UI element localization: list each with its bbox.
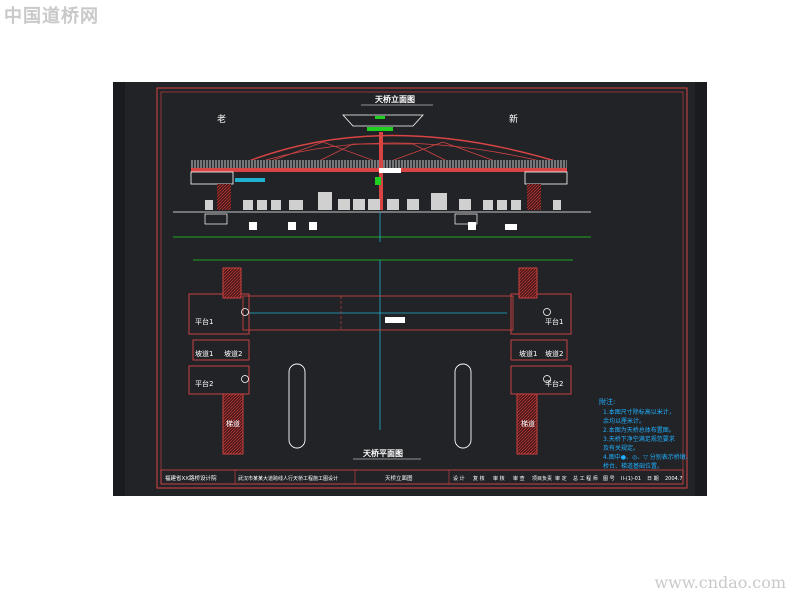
elevation-title: 天桥立面图 (375, 94, 415, 104)
notes-block: 附注: 1.本图尺寸除标高以米计， 余均以厘米计。 2.本图为天桥总体布置图。 … (599, 397, 692, 470)
tb-field: 审 查 (513, 475, 525, 482)
left-ramp-1-label: 坡道1 (195, 349, 213, 358)
right-pier-plan (454, 363, 472, 449)
tb-field: 图 号 (603, 476, 615, 482)
watermark-bottom: www.cndao.com (654, 573, 786, 592)
title-block: 福建省XX路桥设计院 武汉市某某大道跨线人行天桥工程施工图设计 天桥立面图 设 … (160, 469, 684, 485)
tb-field: 项目负责 (532, 475, 552, 482)
watermark-top: 中国道桥网 (4, 6, 99, 27)
right-platform-2-label: 平台2 (545, 379, 563, 388)
note-line: 3.天桥下净空满足规范要求 (603, 435, 675, 443)
tb-field: 审 定 (555, 475, 567, 482)
note-line: 1.本图尺寸除标高以米计， (603, 408, 675, 416)
note-line: 2.本图为天桥总体布置图。 (603, 426, 675, 434)
drawing-number: II-(1)-01 (621, 476, 641, 482)
drawing-date: 2004.7 (665, 476, 683, 482)
note-line: 余均以厘米计。 (603, 417, 645, 425)
tb-field: 审 核 (493, 475, 505, 482)
note-line: 4.图中●、◎、▽ 分别表示桥墩、 (603, 453, 692, 461)
plan-title: 天桥平面图 (363, 448, 403, 458)
tb-field: 日 期 (647, 476, 659, 482)
cad-drawing-sheet: 天桥立面图 老 新 平台1 坡道1 坡道2 平台2 梯道 平台1 坡道1 坡道2… (113, 82, 707, 496)
arch-rib (240, 134, 566, 165)
drawing-name: 天桥立面图 (385, 474, 413, 482)
note-line: 桥台、梯道基础位置。 (603, 462, 663, 470)
tb-field: 设 计 (453, 475, 465, 482)
left-direction-label: 老 (217, 113, 226, 125)
note-line: 及有关规定。 (603, 444, 639, 452)
project-name: 武汉市某某大道跨线人行天桥工程施工图设计 (238, 475, 338, 482)
right-ramp-1-label: 坡道1 (519, 349, 537, 358)
left-platform-2-label: 平台2 (195, 379, 213, 388)
left-stair-ramp-plan (188, 267, 250, 455)
left-stair-label: 梯道 (226, 419, 240, 428)
tb-field: 复 核 (473, 475, 485, 482)
right-platform-1-label: 平台1 (545, 317, 563, 326)
left-pier-plan (288, 363, 306, 449)
notes-title: 附注: (599, 397, 615, 406)
tb-field: 总 工 程 师 (573, 475, 598, 482)
right-stair-ramp-plan (510, 267, 572, 455)
right-ramp-2-label: 坡道2 (545, 349, 563, 358)
left-platform-1-label: 平台1 (195, 317, 213, 326)
right-direction-label: 新 (509, 113, 518, 125)
cad-drawing: 天桥立面图 老 新 平台1 坡道1 坡道2 平台2 梯道 平台1 坡道1 坡道2… (113, 82, 707, 496)
left-ramp-2-label: 坡道2 (224, 349, 242, 358)
right-stair-label: 梯道 (521, 419, 535, 428)
company-name: 福建省XX路桥设计院 (165, 474, 217, 482)
